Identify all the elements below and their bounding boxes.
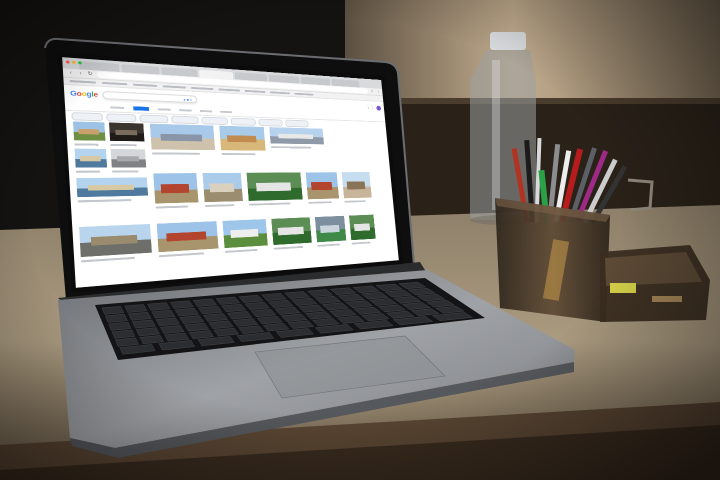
vignette	[0, 0, 720, 480]
photo-scene: ‹ › ↻ ☆ ⋮ Google	[0, 0, 720, 480]
